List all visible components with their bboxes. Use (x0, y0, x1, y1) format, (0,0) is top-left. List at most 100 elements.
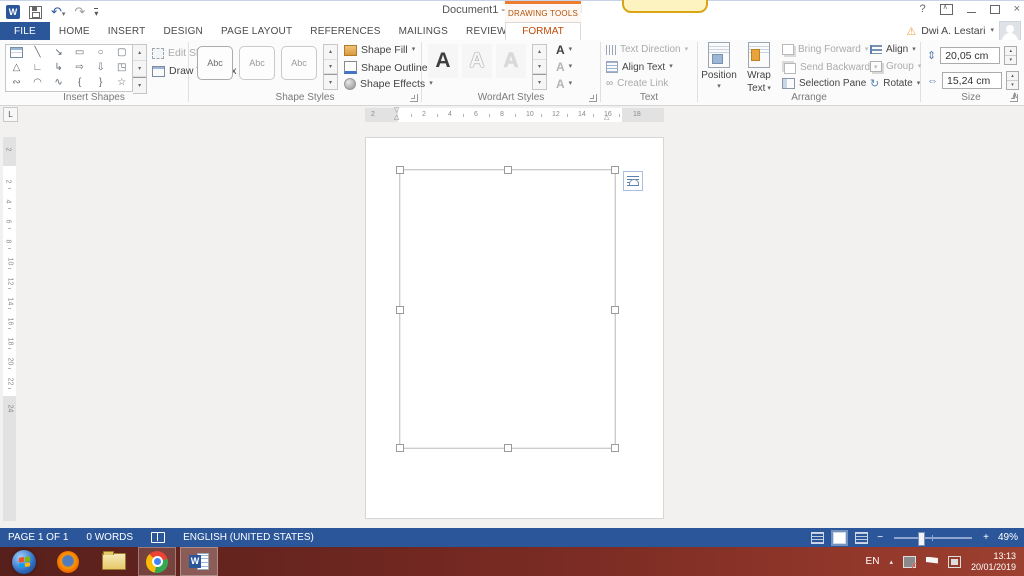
shape-effects-button[interactable]: Shape Effects ▾ (344, 78, 433, 90)
arc-icon[interactable]: ◠ (27, 76, 48, 91)
restore-button[interactable] (990, 5, 1000, 14)
wordart-style-thumb-1[interactable]: A (428, 44, 458, 78)
text-box-icon[interactable] (6, 45, 27, 60)
selection-handle-sw[interactable] (396, 444, 404, 452)
tab-insert[interactable]: INSERT (99, 22, 155, 40)
align-text-button[interactable]: Align Text ▾ (606, 61, 673, 73)
selection-handle-s[interactable] (504, 444, 512, 452)
language-indicator[interactable]: ENGLISH (UNITED STATES) (183, 532, 314, 543)
horizontal-ruler[interactable]: 2 18 ▽ △ △ 246810121416 (365, 108, 664, 122)
height-spinner[interactable]: ▴▾ (1004, 46, 1017, 65)
minimize-button[interactable] (967, 12, 976, 13)
taskbar-clock[interactable]: 13:13 20/01/2019 (971, 551, 1016, 573)
bring-forward-button[interactable]: Bring Forward ▾ (782, 44, 868, 55)
account-area[interactable]: ⚠ Dwi A. Lestari ▾ (906, 22, 1021, 40)
vertical-ruler[interactable]: 2 24 246810121416182022 (3, 137, 16, 521)
elbow-connector-icon[interactable]: ∟ (27, 60, 48, 75)
zoom-slider[interactable] (894, 537, 972, 539)
selection-handle-nw[interactable] (396, 166, 404, 174)
curve-icon[interactable]: ∿ (48, 76, 69, 91)
wordart-more-icon[interactable]: ▾ (533, 74, 546, 89)
tab-home[interactable]: HOME (50, 22, 99, 40)
send-backward-button[interactable]: Send Backward ▾ (782, 61, 878, 74)
action-center-flag-icon[interactable] (926, 557, 938, 567)
ribbon-display-options-button[interactable] (940, 4, 953, 15)
style-more-icon[interactable]: ▾ (324, 74, 337, 89)
tab-references[interactable]: REFERENCES (301, 22, 389, 40)
tab-format[interactable]: FORMAT (505, 22, 581, 40)
down-arrow-icon[interactable]: ⇩ (90, 60, 111, 75)
first-line-indent-marker[interactable]: ▽ (394, 107, 399, 114)
oval-icon[interactable]: ○ (90, 45, 111, 60)
zoom-slider-handle[interactable] (918, 532, 925, 546)
taskbar-file-explorer[interactable] (98, 547, 130, 576)
network-status-icon[interactable] (948, 556, 961, 568)
selection-handle-w[interactable] (396, 306, 404, 314)
tab-file[interactable]: FILE (0, 22, 50, 40)
align-button[interactable]: Align ▾ (870, 44, 916, 55)
hanging-indent-marker[interactable]: △ (394, 114, 399, 121)
tab-design[interactable]: DESIGN (154, 22, 212, 40)
wordart-dialog-launcher[interactable] (589, 94, 597, 102)
selection-handle-se[interactable] (611, 444, 619, 452)
spin-up-icon[interactable]: ▴ (1007, 72, 1018, 81)
layout-options-button[interactable] (623, 171, 643, 191)
isosceles-triangle-icon[interactable]: △ (6, 60, 27, 75)
wordart-scroll-down-icon[interactable]: ▾ (533, 60, 546, 75)
avatar[interactable] (999, 21, 1021, 41)
wordart-style-thumb-2[interactable]: A (462, 44, 492, 78)
safely-remove-hardware-icon[interactable] (903, 556, 916, 568)
line-arrow-icon[interactable]: ↘ (48, 45, 69, 60)
shape-style-thumb-3[interactable]: Abc (281, 46, 317, 80)
taskbar-chrome[interactable] (138, 547, 176, 576)
proofing-icon[interactable] (151, 532, 165, 543)
shape-style-thumb-1[interactable]: Abc (197, 46, 233, 80)
wordart-scroll-up-icon[interactable]: ▴ (533, 45, 546, 60)
width-spinner[interactable]: ▴▾ (1006, 71, 1019, 90)
language-bar[interactable]: EN (866, 556, 880, 567)
selection-pane-button[interactable]: Selection Pane (782, 78, 866, 89)
elbow-arrow-connector-icon[interactable]: ↳ (48, 60, 69, 75)
shape-style-thumb-2[interactable]: Abc (239, 46, 275, 80)
page-indicator[interactable]: PAGE 1 OF 1 (8, 532, 68, 543)
shape-fill-button[interactable]: Shape Fill ▾ (344, 44, 415, 56)
close-button[interactable]: × (1014, 3, 1020, 15)
rectangle-icon[interactable]: ▭ (69, 45, 90, 60)
text-outline-button[interactable]: A ▾ (556, 61, 572, 73)
zoom-level[interactable]: 49% (998, 532, 1018, 543)
spin-up-icon[interactable]: ▴ (1005, 47, 1016, 56)
read-mode-button[interactable] (811, 532, 824, 544)
style-scroll-down-icon[interactable]: ▾ (324, 60, 337, 75)
taskbar-firefox[interactable] (52, 547, 84, 576)
word-count[interactable]: 0 WORDS (86, 532, 133, 543)
selected-text-box[interactable] (399, 169, 616, 449)
right-arrow-icon[interactable]: ⇨ (69, 60, 90, 75)
line-icon[interactable]: ╲ (27, 45, 48, 60)
create-link-button[interactable]: ∞ Create Link (606, 78, 668, 89)
text-effects-button[interactable]: A ▾ (556, 78, 572, 90)
web-layout-button[interactable] (855, 532, 868, 544)
snip-corner-rectangle-icon[interactable]: ◳ (111, 60, 132, 75)
spin-down-icon[interactable]: ▾ (1007, 81, 1018, 89)
spin-down-icon[interactable]: ▾ (1005, 56, 1016, 64)
shape-styles-dialog-launcher[interactable] (410, 94, 418, 102)
collapse-ribbon-icon[interactable]: ∧ (1011, 90, 1018, 101)
right-brace-icon[interactable]: } (90, 76, 111, 91)
help-button[interactable]: ? (919, 3, 925, 15)
shape-height-input[interactable]: 20,05 cm (940, 47, 1000, 64)
selection-handle-ne[interactable] (611, 166, 619, 174)
gallery-more-icon[interactable]: ▾ (133, 77, 146, 93)
tab-page-layout[interactable]: PAGE LAYOUT (212, 22, 301, 40)
zoom-in-button[interactable]: + (983, 532, 989, 543)
tab-stop-selector[interactable]: L (3, 107, 18, 122)
gallery-scroll-down-icon[interactable]: ▾ (133, 61, 146, 77)
show-hidden-icons-icon[interactable]: ▴ (889, 558, 893, 566)
start-button[interactable] (8, 547, 40, 576)
rotate-button[interactable]: ↻ Rotate ▾ (870, 78, 920, 89)
rounded-rectangle-icon[interactable]: ▢ (111, 45, 132, 60)
left-brace-icon[interactable]: { (69, 76, 90, 91)
scribble-icon[interactable]: ∾ (6, 76, 27, 91)
text-direction-button[interactable]: Text Direction ▾ (606, 44, 688, 55)
gallery-scroll-up-icon[interactable]: ▴ (133, 45, 146, 61)
selection-handle-e[interactable] (611, 306, 619, 314)
